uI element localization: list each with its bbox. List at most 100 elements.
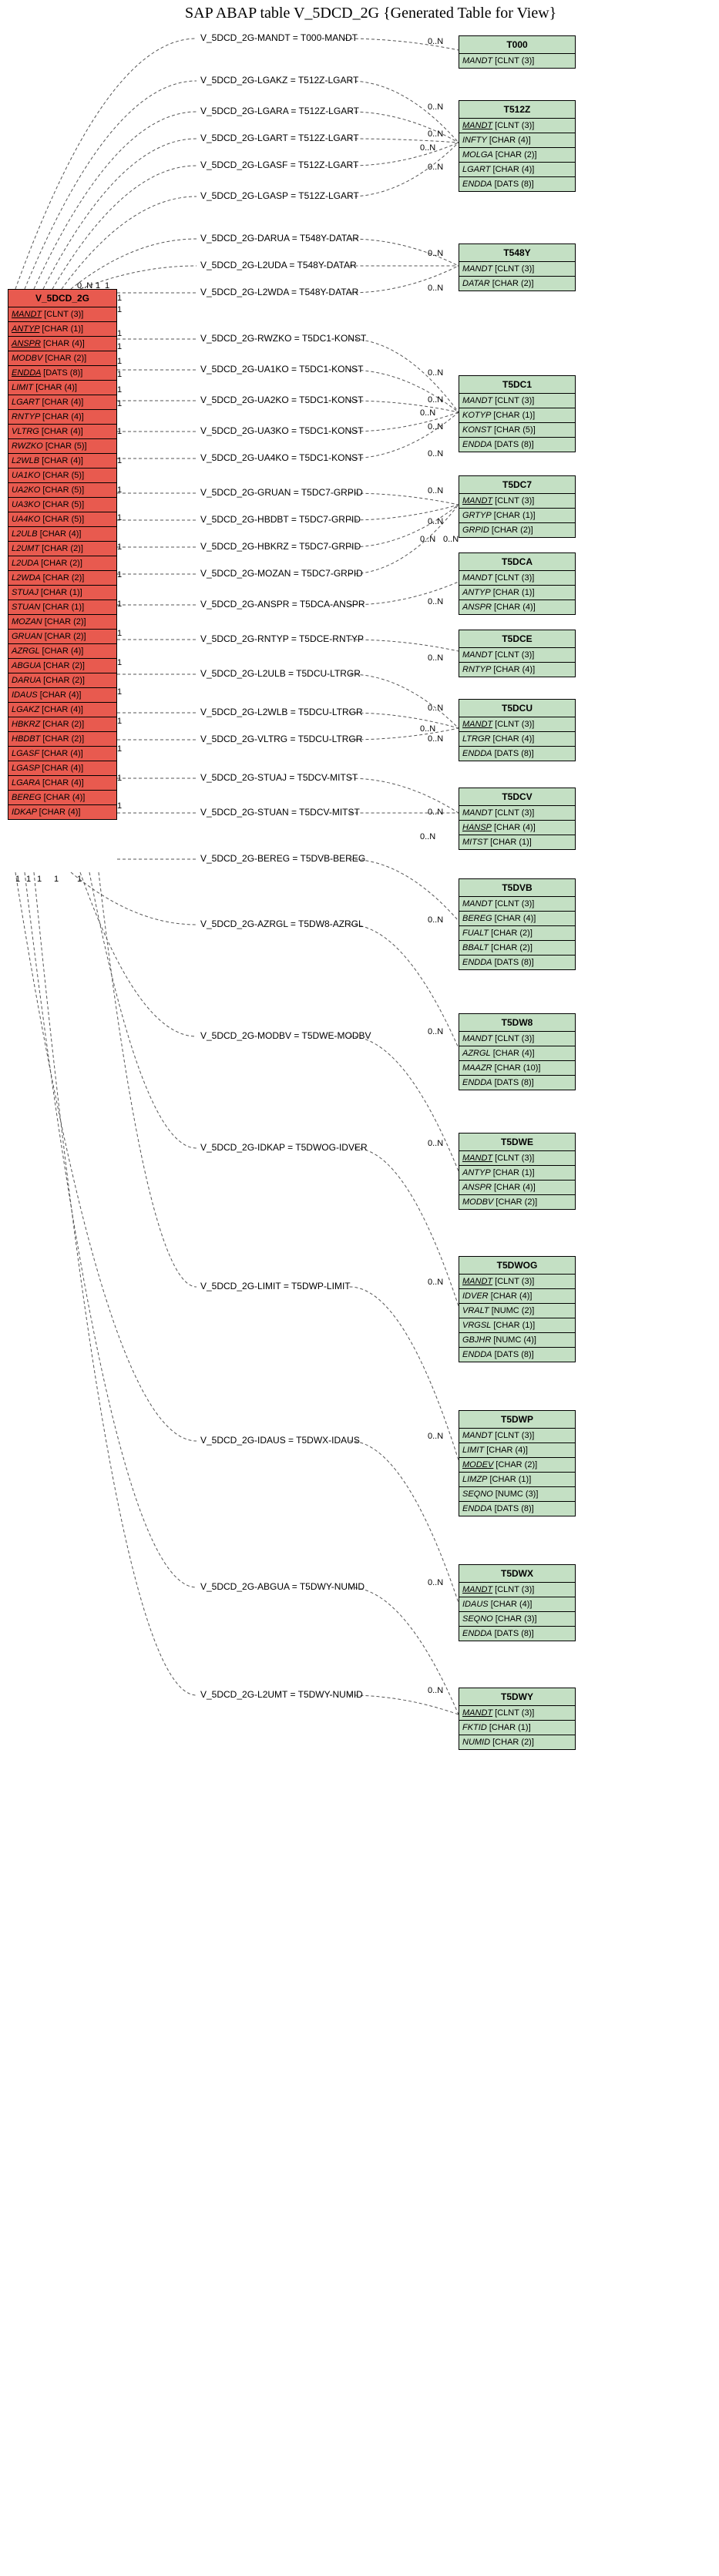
field-type: [CHAR (4)] [491,1291,533,1301]
cardinality-label: 0..N [428,1027,443,1036]
main-field: UA2KO [CHAR (5)] [8,483,116,498]
ref-field: MANDT [CLNT (3)] [459,1032,575,1046]
field-name: ENDDA [462,958,492,967]
field-type: [CHAR (4)] [495,914,536,923]
field-name: MOZAN [12,617,42,626]
field-name: L2UMT [12,544,39,553]
edge-label: V_5DCD_2G-HBKRZ = T5DC7-GRPID [200,541,361,552]
field-name: AZRGL [462,1049,491,1058]
ref-field: ENDDA [DATS (8)] [459,438,575,452]
field-name: MANDT [12,310,42,319]
field-type: [CLNT (3)] [495,1708,534,1718]
ref-entity-name: T548Y [459,244,575,262]
ref-field: ENDDA [DATS (8)] [459,1348,575,1362]
cardinality-label: 1 [117,305,122,314]
main-field: RNTYP [CHAR (4)] [8,410,116,425]
page-title: SAP ABAP table V_5DCD_2G {Generated Tabl… [185,5,556,22]
main-field: MOZAN [CHAR (2)] [8,615,116,630]
field-name: BEREG [462,914,492,923]
ref-field: SEQNO [CHAR (3)] [459,1612,575,1627]
field-type: [CHAR (1)] [493,1321,535,1330]
field-name: GRUAN [12,632,42,641]
main-field: IDKAP [CHAR (4)] [8,805,116,819]
edge-label: V_5DCD_2G-L2ULB = T5DCU-LTRGR [200,668,361,679]
edge-label: V_5DCD_2G-L2UMT = T5DWY-NUMID [200,1689,363,1700]
edge-label: V_5DCD_2G-UA4KO = T5DC1-KONST [200,452,364,463]
field-type: [CHAR (2)] [42,720,84,729]
ref-field: MANDT [CLNT (3)] [459,119,575,133]
field-name: LIMIT [462,1446,484,1455]
field-name: L2ULB [12,529,38,539]
field-type: [CHAR (1)] [41,588,82,597]
field-type: [CHAR (2)] [42,544,83,553]
field-type: [CHAR (4)] [42,749,83,758]
ref-field: MANDT [CLNT (3)] [459,648,575,663]
ref-entity-t5dcv: T5DCVMANDT [CLNT (3)]HANSP [CHAR (4)]MIT… [459,788,576,850]
edge-label: V_5DCD_2G-STUAN = T5DCV-MITST [200,807,360,818]
edge-label: V_5DCD_2G-RNTYP = T5DCE-RNTYP [200,633,364,644]
ref-field: VRGSL [CHAR (1)] [459,1318,575,1333]
cardinality-label: 0..N [428,163,443,172]
main-field: LIMIT [CHAR (4)] [8,381,116,395]
field-type: [CHAR (1)] [494,511,536,520]
field-name: ENDDA [462,1629,492,1638]
field-name: MANDT [462,264,492,274]
ref-entity-name: T5DCA [459,553,575,571]
field-type: [DATS (8)] [495,958,534,967]
ref-entity-name: T5DCU [459,700,575,717]
ref-field: RNTYP [CHAR (4)] [459,663,575,677]
field-name: MODBV [12,354,42,363]
field-type: [CLNT (3)] [495,496,534,505]
cardinality-label: 1 [117,357,122,366]
main-field: AZRGL [CHAR (4)] [8,644,116,659]
ref-field: MANDT [CLNT (3)] [459,54,575,68]
cardinality-label: 1 [117,599,122,609]
field-type: [CHAR (4)] [42,778,84,788]
cardinality-label: 1 [117,744,122,754]
edge-label: V_5DCD_2G-UA2KO = T5DC1-KONST [200,395,364,405]
cardinality-label: 0..N [428,449,443,458]
cardinality-label: 0..N [428,653,443,663]
field-type: [CHAR (4)] [35,383,77,392]
ref-entity-t5dwx: T5DWXMANDT [CLNT (3)]IDAUS [CHAR (4)]SEQ… [459,1564,576,1641]
main-field: ANTYP [CHAR (1)] [8,322,116,337]
field-type: [CLNT (3)] [495,264,534,274]
field-type: [DATS (8)] [495,749,534,758]
field-name: MANDT [462,1034,492,1043]
field-name: BEREG [12,793,42,802]
ref-field: BEREG [CHAR (4)] [459,912,575,926]
field-name: MODBV [462,1197,493,1207]
field-name: HBKRZ [12,720,40,729]
field-type: [CHAR (5)] [42,515,84,524]
ref-field: LGART [CHAR (4)] [459,163,575,177]
field-name: LTRGR [462,734,490,744]
field-type: [CLNT (3)] [495,1277,534,1286]
ref-entity-name: T5DCV [459,788,575,806]
ref-field: BBALT [CHAR (2)] [459,941,575,956]
ref-entity-name: T5DWOG [459,1257,575,1275]
field-name: MANDT [462,573,492,583]
field-name: KONST [462,425,492,435]
field-type: [CHAR (1)] [42,603,84,612]
field-name: LIMIT [12,383,33,392]
cardinality-label: 0..N [428,808,443,817]
field-name: ANTYP [462,1168,491,1177]
field-type: [CHAR (5)] [45,442,87,451]
field-type: [DATS (8)] [495,180,534,189]
main-field: ANSPR [CHAR (4)] [8,337,116,351]
cardinality-label: 0..N [428,368,443,378]
cardinality-label: 1 [96,281,100,291]
field-name: ANSPR [12,339,41,348]
edge-label: V_5DCD_2G-UA1KO = T5DC1-KONST [200,364,364,374]
field-name: HANSP [462,823,492,832]
main-field: ABGUA [CHAR (2)] [8,659,116,673]
main-field: MODBV [CHAR (2)] [8,351,116,366]
ref-field: MANDT [CLNT (3)] [459,1706,575,1721]
cardinality-label: 1 [117,370,122,379]
main-field: UA4KO [CHAR (5)] [8,512,116,527]
ref-field: NUMID [CHAR (2)] [459,1735,575,1749]
field-type: [CHAR (2)] [496,1460,537,1469]
cardinality-label: 0..N [428,704,443,713]
edge-label: V_5DCD_2G-MODBV = T5DWE-MODBV [200,1030,371,1041]
field-name: UA3KO [12,500,40,509]
